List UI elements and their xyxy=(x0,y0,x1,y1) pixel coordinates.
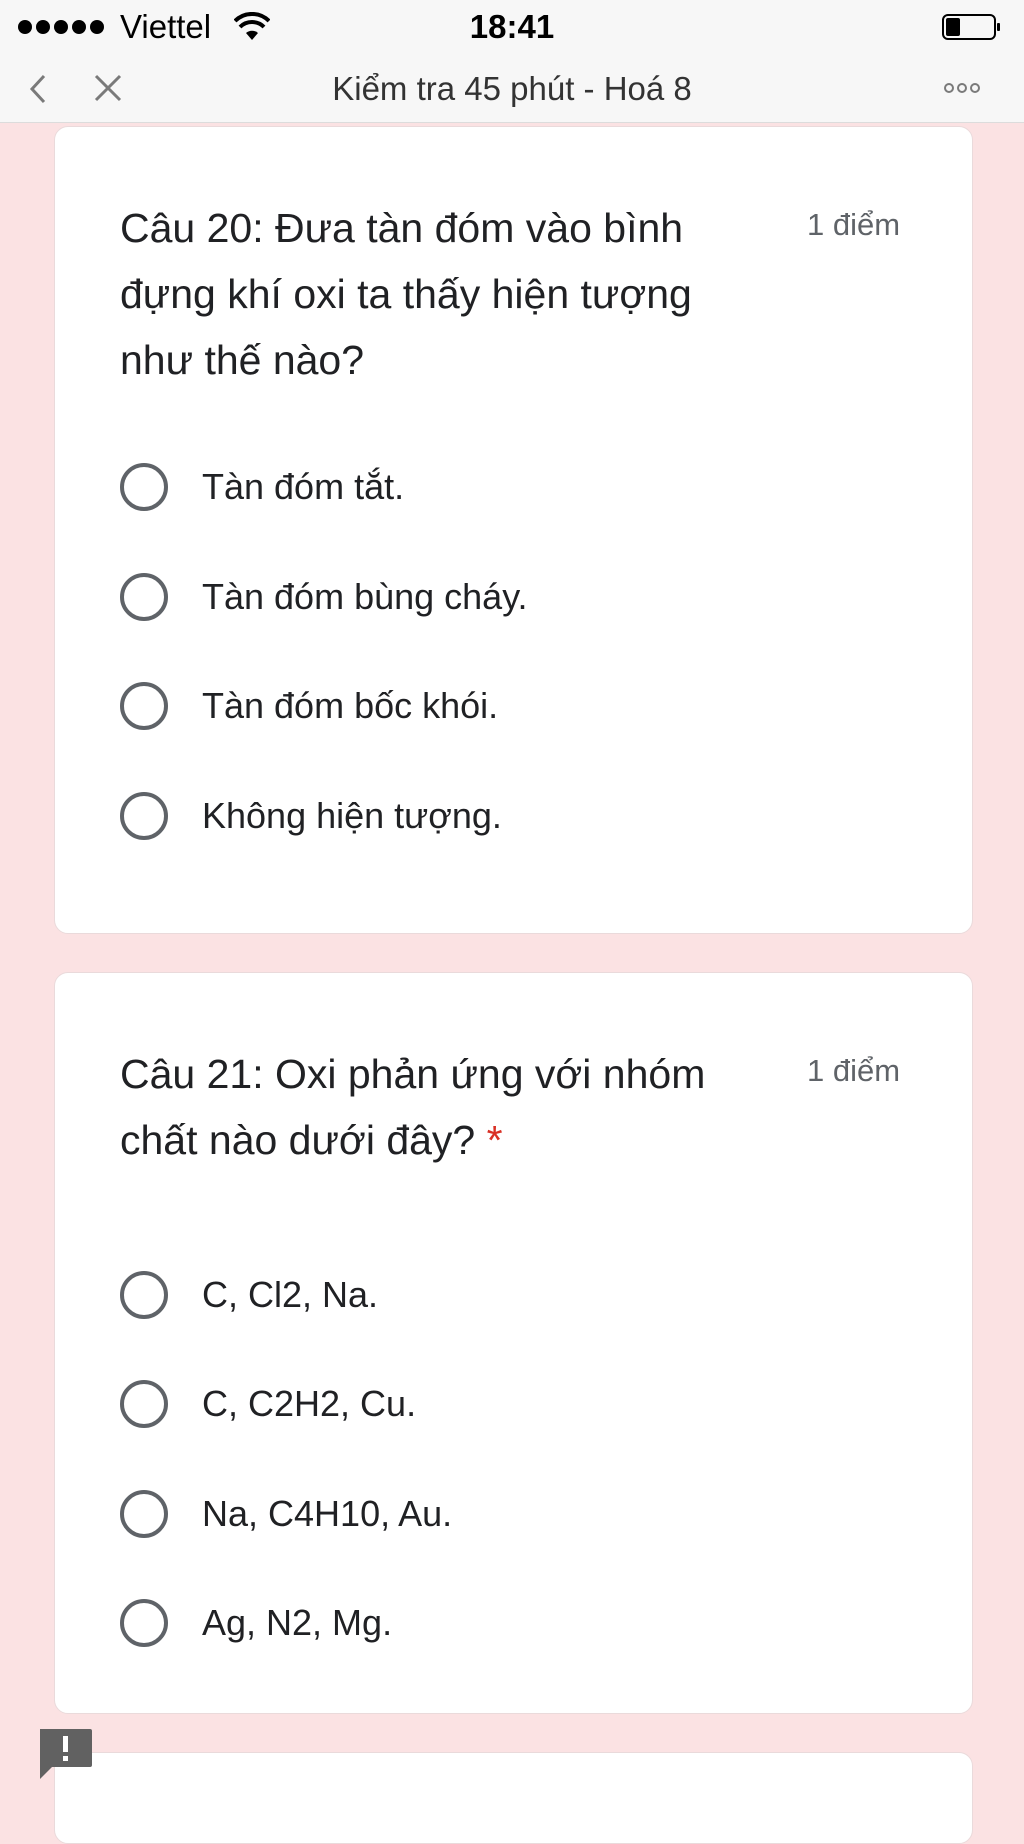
battery-icon xyxy=(942,14,1000,40)
question-title: Câu 21: Oxi phản ứng với nhóm chất nào d… xyxy=(120,1041,720,1173)
answer-option[interactable]: Tàn đóm tắt. xyxy=(120,457,404,517)
answer-option[interactable]: Ag, N2, Mg. xyxy=(120,1593,392,1653)
report-problem-icon[interactable] xyxy=(36,1727,94,1781)
option-label: Tàn đóm bốc khói. xyxy=(202,685,499,726)
option-label: Ag, N2, Mg. xyxy=(202,1602,393,1643)
status-bar: Viettel 18:41 xyxy=(0,0,1024,56)
option-label: C, Cl2, Na. xyxy=(202,1274,379,1315)
required-asterisk: * xyxy=(486,1117,503,1163)
page-title: Kiểm tra 45 phút - Hoá 8 xyxy=(332,70,692,107)
option-label: C, C2H2, Cu. xyxy=(202,1383,417,1424)
question-card: Câu 20: Đưa tàn đóm vào bình đựng khí ox… xyxy=(54,126,973,934)
answer-option[interactable]: C, Cl2, Na. xyxy=(120,1265,378,1325)
answer-option[interactable]: Không hiện tượng. xyxy=(120,786,502,846)
radio-button[interactable] xyxy=(120,792,168,840)
nav-bar: Kiểm tra 45 phút - Hoá 8 xyxy=(0,56,1024,123)
option-label: Tàn đóm tắt. xyxy=(202,466,405,507)
option-label: Na, C4H10, Au. xyxy=(202,1493,453,1534)
question-points: 1 điểm xyxy=(807,207,901,242)
option-label: Tàn đóm bùng cháy. xyxy=(202,576,528,617)
radio-button[interactable] xyxy=(120,682,168,730)
answer-option[interactable]: C, C2H2, Cu. xyxy=(120,1374,416,1434)
radio-button[interactable] xyxy=(120,1490,168,1538)
question-points: 1 điểm xyxy=(807,1053,901,1088)
answer-option[interactable]: Tàn đóm bốc khói. xyxy=(120,676,498,736)
question-title: Câu 20: Đưa tàn đóm vào bình đựng khí ox… xyxy=(120,205,692,383)
radio-button[interactable] xyxy=(120,573,168,621)
radio-button[interactable] xyxy=(120,1271,168,1319)
answer-option[interactable]: Tàn đóm bùng cháy. xyxy=(120,567,528,627)
radio-button[interactable] xyxy=(120,1599,168,1647)
answer-option[interactable]: Na, C4H10, Au. xyxy=(120,1484,452,1544)
question-card: Câu 21: Oxi phản ứng với nhóm chất nào d… xyxy=(54,972,973,1714)
more-options-icon[interactable] xyxy=(942,78,982,98)
option-label: Không hiện tượng. xyxy=(202,795,502,836)
clock: 18:41 xyxy=(469,8,555,45)
radio-button[interactable] xyxy=(120,463,168,511)
question-title-text: Câu 21: Oxi phản ứng với nhóm chất nào d… xyxy=(120,1051,706,1163)
question-card-partial xyxy=(54,1752,973,1844)
radio-button[interactable] xyxy=(120,1380,168,1428)
